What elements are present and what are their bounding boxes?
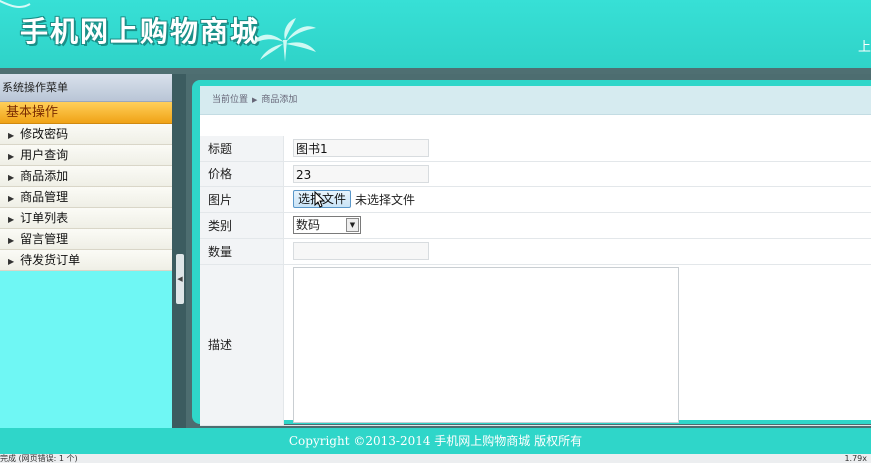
category-selected-value: 数码 [296,218,321,232]
price-label: 价格 [200,161,284,187]
sidebar-item-change-password[interactable]: ▶ 修改密码 [0,124,172,145]
file-status-text: 未选择文件 [355,192,416,207]
arrow-right-icon: ▶ [8,236,15,245]
sidebar-group-basic[interactable]: 基本操作 [0,102,172,124]
status-text: 完成 (网页错误: 1 个) [0,454,78,463]
category-label: 类别 [200,212,284,239]
arrow-right-icon: ▶ [8,257,15,266]
sidebar-title: 系统操作菜单 [0,74,172,102]
breadcrumb-prefix: 当前位置 [212,95,249,105]
sidebar-item-label: 订单列表 [20,211,69,225]
product-form: 标题 图书1 价格 23 图片 选择文件未选择文件 类别 数码 ▼ [200,136,871,426]
sidebar-item-label: 待发货订单 [20,253,81,267]
sidebar-item-label: 修改密码 [20,127,69,141]
quantity-label: 数量 [200,238,284,265]
footer-copyright: Copyright ©2013-2014 手机网上购物商城 版权所有 [0,428,871,454]
sidebar-item-label: 商品管理 [20,190,69,204]
quantity-input[interactable] [293,242,429,260]
form-row-quantity: 数量 [200,238,871,265]
form-row-title: 标题 图书1 [200,136,871,162]
form-row-description: 描述 [200,264,871,426]
sidebar-item-add-product[interactable]: ▶ 商品添加 [0,166,172,187]
breadcrumb-current: 商品添加 [261,95,298,105]
arrow-right-icon: ▶ [8,152,15,161]
image-label: 图片 [200,186,284,213]
zoom-level[interactable]: 1.79x [844,454,867,463]
arrow-right-icon: ▶ [8,215,15,224]
breadcrumb-arrow-icon: ▶ [252,96,258,104]
browser-status-bar: 完成 (网页错误: 1 个) 1.79x [0,454,871,463]
sidebar-item-messages[interactable]: ▶ 留言管理 [0,229,172,250]
sidebar-item-order-list[interactable]: ▶ 订单列表 [0,208,172,229]
content-frame: 当前位置▶商品添加 标题 图书1 价格 23 图片 选择文件未选择文件 [186,74,871,428]
description-textarea[interactable] [293,266,679,423]
form-row-category: 类别 数码 ▼ [200,212,871,239]
palm-leaf-icon [252,18,316,62]
breadcrumb: 当前位置 ▶ 商品添加 [200,86,871,115]
price-input[interactable]: 23 [293,164,429,183]
sidebar-item-label: 商品添加 [20,169,69,183]
collapse-arrow-icon[interactable]: ◀ [176,254,184,304]
form-row-price: 价格 23 [200,161,871,187]
arrow-right-icon: ▶ [8,131,15,140]
description-label: 描述 [200,264,284,426]
site-logo: 手机网上购物商城 [20,15,261,48]
sidebar-item-label: 用户查询 [20,148,69,162]
title-label: 标题 [200,136,284,162]
form-row-image: 图片 选择文件未选择文件 [200,186,871,213]
sidebar-item-manage-products[interactable]: ▶ 商品管理 [0,187,172,208]
arrow-right-icon: ▶ [8,173,15,182]
title-input[interactable]: 图书1 [293,139,429,158]
sidebar-item-user-query[interactable]: ▶ 用户查询 [0,145,172,166]
sidebar-item-label: 留言管理 [20,232,69,246]
header-right-text: 上 [857,40,871,55]
arrow-right-icon: ▶ [8,194,15,203]
dropdown-arrow-icon[interactable]: ▼ [346,218,359,232]
header-banner: 手机网上购物商城 上 [0,0,871,68]
content-panel: 当前位置▶商品添加 标题 图书1 价格 23 图片 选择文件未选择文件 [200,86,871,426]
content-border: 当前位置▶商品添加 标题 图书1 价格 23 图片 选择文件未选择文件 [192,80,871,426]
category-select[interactable]: 数码 ▼ [293,216,361,234]
mouse-pointer-icon [314,191,326,208]
sidebar-splitter[interactable]: ◀ [172,74,186,428]
sidebar: 系统操作菜单 基本操作 ▶ 修改密码 ▶ 用户查询 ▶ 商品添加 ▶ 商品管理 ▶ 订单列… [0,74,172,428]
sidebar-item-pending-shipment[interactable]: ▶ 待发货订单 [0,250,172,271]
